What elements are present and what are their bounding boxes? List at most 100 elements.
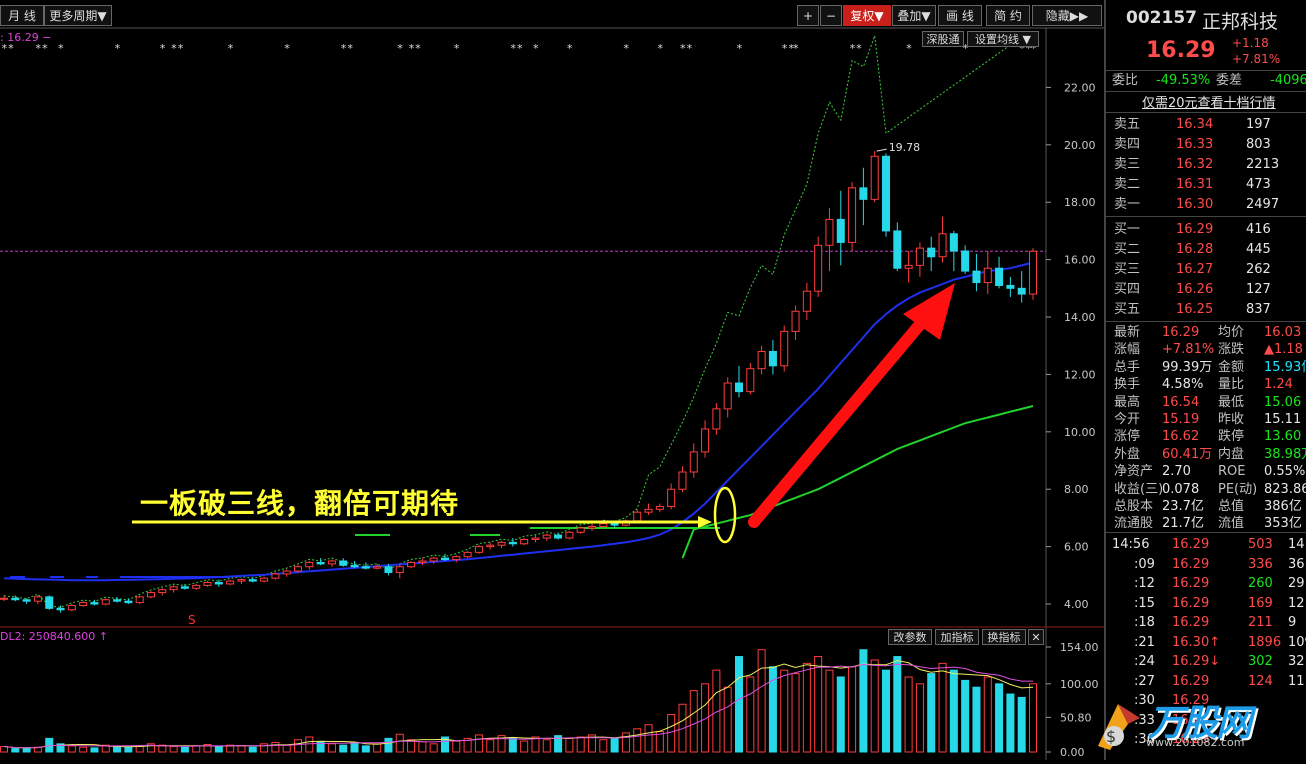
ask-volume: 473 bbox=[1246, 177, 1271, 192]
volume-bar bbox=[689, 690, 698, 753]
candle-body bbox=[0, 597, 9, 600]
bid-label: 买五 bbox=[1114, 302, 1141, 317]
ma-settings-button[interactable]: 设置均线 ▼ bbox=[967, 31, 1039, 47]
candle-body bbox=[361, 566, 370, 569]
candle-body bbox=[158, 589, 167, 594]
volume-bar bbox=[508, 737, 517, 753]
bid-row: 买四 16.26 127 bbox=[1106, 280, 1306, 300]
tick-price: 16.29 bbox=[1172, 556, 1210, 572]
candle-body bbox=[836, 218, 845, 243]
tick-time: 14:56 bbox=[1112, 537, 1150, 552]
ask-row: 卖三 16.32 2213 bbox=[1106, 155, 1306, 175]
zoom-out-button[interactable]: − bbox=[820, 5, 842, 26]
fuquan-dropdown[interactable]: 复权▼ bbox=[843, 5, 891, 26]
level10-quote-link[interactable]: 仅需20元查看十档行情 bbox=[1142, 92, 1276, 111]
tick-volume: 169 bbox=[1248, 595, 1273, 611]
volume-bar bbox=[1006, 693, 1015, 753]
candle-body bbox=[429, 557, 438, 562]
candle-body bbox=[870, 155, 879, 200]
bid-price: 16.28 bbox=[1176, 242, 1214, 257]
candle-body bbox=[972, 270, 981, 284]
signal-marker: * bbox=[227, 42, 234, 55]
y-axis-label: 22.00 bbox=[1064, 81, 1096, 94]
bid-volume: 127 bbox=[1246, 282, 1271, 297]
tick-count: 29 bbox=[1288, 576, 1305, 591]
volume-bar bbox=[961, 679, 970, 753]
candle-body bbox=[180, 586, 189, 589]
tick-volume: 336 bbox=[1248, 556, 1273, 572]
candle-body bbox=[486, 544, 495, 548]
candle-body bbox=[576, 527, 585, 533]
volume-bar bbox=[915, 683, 924, 753]
tick-row: :12 16.29 260 29 bbox=[1106, 574, 1306, 594]
bid-row: 买五 16.25 837 bbox=[1106, 300, 1306, 320]
candle-body bbox=[723, 382, 732, 410]
candle-body bbox=[734, 382, 744, 393]
tick-row: :24 16.29↓ 302 32 bbox=[1106, 652, 1306, 672]
volume-bar bbox=[904, 676, 913, 753]
ma-blue-line bbox=[3, 261, 1034, 582]
zoom-in-button[interactable]: + bbox=[797, 5, 819, 26]
candle-body bbox=[554, 534, 563, 539]
bid-price: 16.25 bbox=[1176, 302, 1214, 317]
signal-marker: * bbox=[397, 42, 404, 55]
signal-marker: * bbox=[284, 42, 291, 55]
candle-body bbox=[904, 264, 913, 269]
ask-label: 卖五 bbox=[1114, 117, 1141, 132]
candle-body bbox=[655, 505, 664, 510]
stock-name: 正邦科技 bbox=[1202, 11, 1279, 33]
tick-volume: 503 bbox=[1248, 537, 1273, 552]
hide-panel-button[interactable]: 隐藏▶▶ bbox=[1032, 5, 1102, 26]
candle-body bbox=[192, 584, 201, 589]
sgt-button[interactable]: 深股通 bbox=[922, 31, 964, 47]
more-period-dropdown[interactable]: 更多周期▼ bbox=[44, 5, 112, 26]
ask-label: 卖四 bbox=[1114, 137, 1141, 152]
candle-body bbox=[825, 218, 834, 246]
volume-bar bbox=[452, 740, 461, 753]
ask-volume: 2213 bbox=[1246, 157, 1280, 172]
volume-bar bbox=[780, 669, 789, 753]
signal-marker: ** bbox=[510, 42, 523, 55]
signal-marker: * bbox=[657, 42, 664, 55]
candle-body bbox=[384, 566, 393, 573]
volume-bar bbox=[836, 676, 845, 753]
y-axis-label: 4.00 bbox=[1064, 598, 1089, 611]
kline-chart[interactable]: 22.00 20.00 18.00 16.00 14.00 12.00 10.00 8.00 6… bbox=[0, 0, 1104, 760]
simple-mode-button[interactable]: 简 约 bbox=[986, 5, 1030, 26]
switch-indicator-button[interactable]: 换指标 bbox=[982, 629, 1026, 645]
close-indicator-button[interactable]: ✕ bbox=[1028, 629, 1044, 645]
breakout-ellipse bbox=[713, 486, 737, 544]
period-monthly-button[interactable]: 月 线 bbox=[0, 5, 44, 26]
ask-label: 卖三 bbox=[1114, 157, 1141, 172]
tick-row: :15 16.29 169 12 bbox=[1106, 594, 1306, 614]
signal-marker: * bbox=[114, 42, 121, 55]
tick-time: :09 bbox=[1134, 556, 1155, 572]
candle-body bbox=[995, 267, 1004, 286]
candle-body bbox=[135, 596, 144, 604]
y-axis-label: 14.00 bbox=[1064, 311, 1096, 324]
add-indicator-button[interactable]: 加指标 bbox=[935, 629, 979, 645]
candle-body bbox=[881, 155, 891, 232]
volume-bar bbox=[881, 669, 891, 753]
volume-bar bbox=[599, 739, 608, 753]
overlay-dropdown[interactable]: 叠加▼ bbox=[892, 5, 936, 26]
volume-bar bbox=[791, 673, 800, 753]
volume-bar bbox=[90, 747, 99, 753]
tick-row: :18 16.29 211 9 bbox=[1106, 613, 1306, 633]
volume-bar bbox=[271, 741, 280, 753]
candle-body bbox=[859, 187, 868, 200]
watermark-logo: $ 万股网 www.201082.com bbox=[1088, 676, 1298, 760]
candle-body bbox=[248, 579, 257, 582]
candle-body bbox=[520, 538, 529, 545]
change-params-button[interactable]: 改参数 bbox=[888, 629, 932, 645]
volume-bar bbox=[938, 662, 947, 753]
volume-bar bbox=[520, 740, 529, 753]
signal-marker: * bbox=[532, 42, 539, 55]
candle-body bbox=[203, 582, 212, 586]
signal-marker: * bbox=[566, 42, 573, 55]
signal-marker: ** bbox=[171, 42, 184, 55]
candle-body bbox=[791, 310, 800, 332]
draw-line-button[interactable]: 画 线 bbox=[938, 5, 982, 26]
chart-area[interactable]: 22.00 20.00 18.00 16.00 14.00 12.00 10.00 8.00 6… bbox=[0, 0, 1104, 760]
candle-body bbox=[373, 566, 382, 569]
